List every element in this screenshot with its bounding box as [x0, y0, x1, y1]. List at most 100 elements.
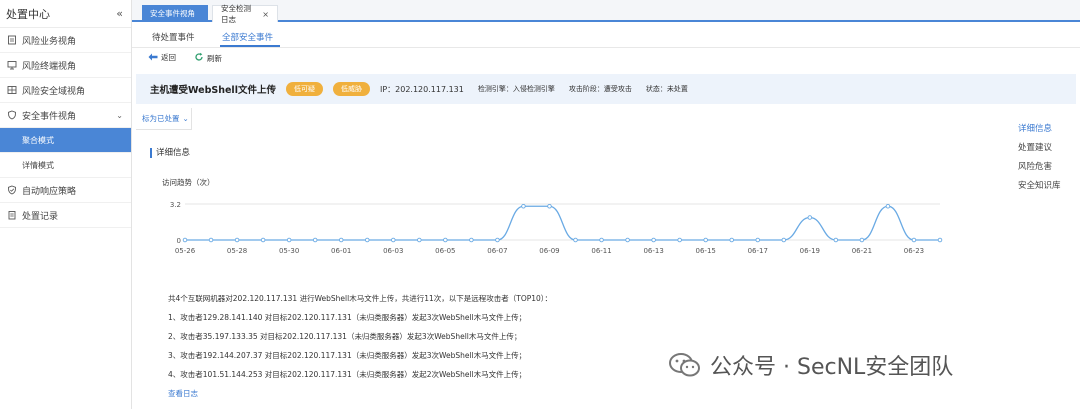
anchor-nav: 详细信息 处置建议 风险危害 安全知识库	[1018, 120, 1061, 196]
data-point	[885, 203, 891, 209]
refresh-button[interactable]: 刷新	[194, 52, 222, 64]
data-point	[286, 237, 292, 243]
collapse-icon[interactable]: «	[116, 7, 123, 20]
watermark: 公众号 · SecNL安全团队	[668, 349, 953, 381]
mark-handled-label: 标为已处置	[142, 114, 180, 123]
data-point	[182, 237, 188, 243]
chevron-down-icon: ⌄	[182, 114, 189, 123]
data-point	[547, 203, 552, 209]
active-tab-indicator	[220, 45, 280, 47]
sidebar-item-security-events[interactable]: 安全事件视角 ⌄	[0, 103, 131, 128]
x-tick-label: 06-09	[539, 247, 559, 255]
data-point	[703, 237, 708, 243]
tab-all-events[interactable]: 全部安全事件	[222, 31, 273, 43]
sidebar-item-risk-terminal[interactable]: 风险终端视角	[0, 53, 131, 78]
data-point	[807, 215, 813, 220]
suspicion-badge: 低可疑	[285, 82, 323, 96]
summary-line: 4、攻击者101.51.144.253 对目标202.120.117.131（未…	[168, 370, 527, 379]
y-tick-label: 3.2	[170, 201, 181, 209]
sidebar: 处置中心 « 风险业务视角 风险终端视角 风险安全域视角 安全事件视角 ⌄ 聚合…	[0, 0, 132, 409]
data-point	[781, 237, 787, 243]
data-point	[911, 237, 917, 243]
data-point	[573, 237, 578, 243]
x-tick-label: 06-15	[696, 247, 716, 255]
x-tick-label: 06-05	[435, 247, 455, 255]
back-label: 返回	[161, 53, 176, 62]
app-root: 处置中心 « 风险业务视角 风险终端视角 风险安全域视角 安全事件视角 ⌄ 聚合…	[0, 0, 1080, 409]
event-ip: IP：202.120.117.131	[379, 84, 464, 94]
chart-title: 访问趋势（次）	[162, 178, 215, 187]
doc-icon	[6, 35, 17, 46]
sidebar-item-risk-domain[interactable]: 风险安全域视角	[0, 78, 131, 103]
event-info-bar: 主机遭受WebShell文件上传 低可疑 低威胁 IP：202.120.117.…	[136, 74, 1076, 104]
sidebar-item-label: 风险终端视角	[22, 61, 77, 72]
data-point	[364, 237, 370, 243]
monitor-icon	[6, 60, 17, 71]
summary-intro: 共4个互联网机器对202.120.117.131 进行WebShell木马文件上…	[168, 294, 553, 303]
refresh-label: 刷新	[207, 53, 222, 63]
refresh-icon	[194, 52, 204, 64]
sidebar-subitem-detail[interactable]: 详情模式	[0, 153, 131, 178]
threat-badge: 低威胁	[332, 82, 370, 96]
x-tick-label: 06-17	[748, 247, 768, 255]
watermark-text: 公众号 · SecNL安全团队	[710, 355, 954, 380]
data-point	[312, 237, 318, 243]
summary-line: 2、攻击者35.197.133.35 对目标202.120.117.131（未归…	[168, 332, 522, 341]
x-tick-label: 06-01	[331, 247, 351, 255]
data-point	[625, 237, 630, 243]
sidebar-item-risk-business[interactable]: 风险业务视角	[0, 28, 131, 53]
sidebar-item-records[interactable]: 处置记录	[0, 203, 131, 228]
sub-tab-bar: 待处置事件 全部安全事件	[132, 28, 1080, 48]
anchor-risk[interactable]: 风险危害	[1018, 158, 1061, 177]
anchor-suggestion[interactable]: 处置建议	[1018, 139, 1061, 158]
sidebar-subitem-aggregate[interactable]: 聚合模式	[0, 128, 131, 153]
close-icon[interactable]: ×	[262, 10, 269, 19]
data-point	[937, 237, 943, 243]
sidebar-item-label: 处置记录	[22, 211, 59, 222]
x-tick-label: 05-26	[175, 247, 196, 255]
x-tick-label: 05-30	[279, 247, 299, 255]
summary-line: 3、攻击者192.144.207.37 对目标202.120.117.131（未…	[168, 351, 527, 360]
x-tick-label: 05-28	[227, 247, 247, 255]
sidebar-item-label: 风险安全域视角	[22, 86, 86, 97]
event-title: 主机遭受WebShell文件上传	[150, 85, 276, 96]
shield-icon	[6, 110, 17, 121]
data-point	[859, 237, 865, 243]
data-point	[469, 237, 474, 243]
data-point	[651, 237, 656, 243]
chevron-down-icon: ⌄	[116, 110, 123, 120]
event-engine: 检测引擎：入侵检测引擎	[477, 85, 555, 93]
anchor-detail[interactable]: 详细信息	[1018, 120, 1061, 139]
mark-handled-dropdown[interactable]: 标为已处置 ⌄	[136, 108, 192, 130]
data-point	[391, 237, 396, 243]
back-button[interactable]: 返回	[148, 52, 176, 63]
data-point	[755, 237, 761, 243]
data-point	[599, 237, 604, 243]
data-point	[234, 237, 240, 243]
sidebar-item-label: 风险业务视角	[22, 36, 77, 47]
view-log-link[interactable]: 查看日志	[168, 384, 552, 403]
trend-chart: 3.2 0 05-26 05-28 05-30 06-01 06-03 06-05 06-07 0…	[170, 201, 943, 255]
x-tick-label: 06-21	[852, 247, 872, 255]
grid-icon	[6, 85, 17, 96]
x-tick-label: 06-03	[383, 247, 403, 255]
back-arrow-icon	[148, 53, 158, 63]
tab-security-events[interactable]: 安全事件视角	[142, 5, 208, 22]
x-tick-label: 06-19	[800, 247, 820, 255]
data-point	[677, 237, 682, 243]
sidebar-item-auto-response[interactable]: 自动响应策略	[0, 178, 131, 203]
data-point	[417, 237, 422, 243]
tab-pending-events[interactable]: 待处置事件	[152, 31, 195, 43]
data-point	[729, 237, 734, 243]
event-status: 状态：未处置	[645, 85, 688, 93]
tab-label: 安全事件视角	[150, 9, 195, 18]
tab-detection-log[interactable]: 安全检测日志 ×	[212, 4, 278, 24]
sidebar-item-label: 自动响应策略	[22, 186, 77, 197]
event-stage: 攻击阶段：遭受攻击	[568, 85, 632, 93]
clipboard-icon	[6, 210, 17, 221]
attack-summary: 共4个互联网机器对202.120.117.131 进行WebShell木马文件上…	[168, 289, 552, 403]
top-tab-bar: 安全事件视角 安全检测日志 ×	[132, 0, 1080, 24]
data-point	[495, 237, 500, 243]
series-line	[185, 205, 940, 241]
anchor-knowledge[interactable]: 安全知识库	[1018, 177, 1061, 196]
